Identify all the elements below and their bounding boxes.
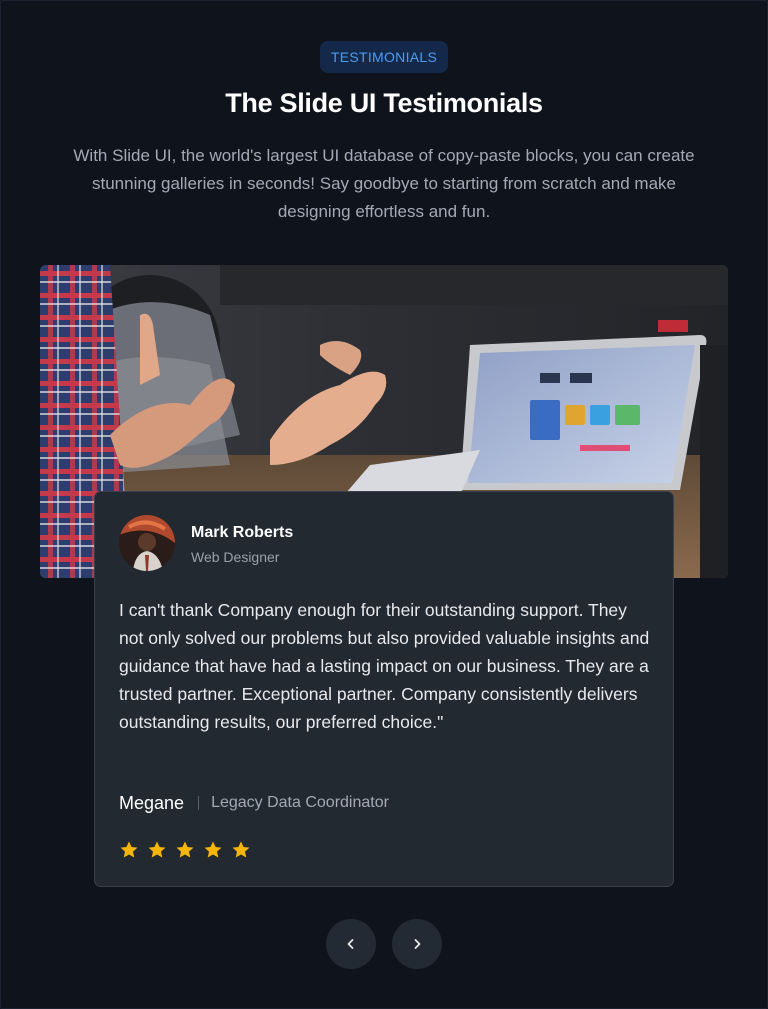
chevron-right-icon [414,939,421,949]
testimonial-quote: I can't thank Company enough for their o… [119,600,650,732]
section-badge: TESTIMONIALS [320,41,448,73]
testimonial-author: Megane Legacy Data Coordinator [119,791,389,815]
previous-button[interactable] [326,919,376,969]
author-divider [198,796,200,810]
rating-stars [119,840,251,860]
star-icon [204,841,222,858]
star-icon [148,841,166,858]
page-title: The Slide UI Testimonials [225,88,543,118]
page-subtitle: With Slide UI, the world's largest UI da… [73,146,695,221]
star-icon [176,841,194,858]
chevron-left-icon [347,939,354,949]
author-role: Legacy Data Coordinator [211,794,389,811]
author-name: Megane [119,792,185,813]
star-icon [120,841,138,858]
testimonial-card: Mark Roberts Web Designer I can't thank … [94,491,674,887]
star-icon [232,841,250,858]
reviewer-avatar [119,515,175,571]
reviewer-role: Web Designer [191,549,280,565]
reviewer-name: Mark Roberts [191,524,294,541]
next-button[interactable] [392,919,442,969]
